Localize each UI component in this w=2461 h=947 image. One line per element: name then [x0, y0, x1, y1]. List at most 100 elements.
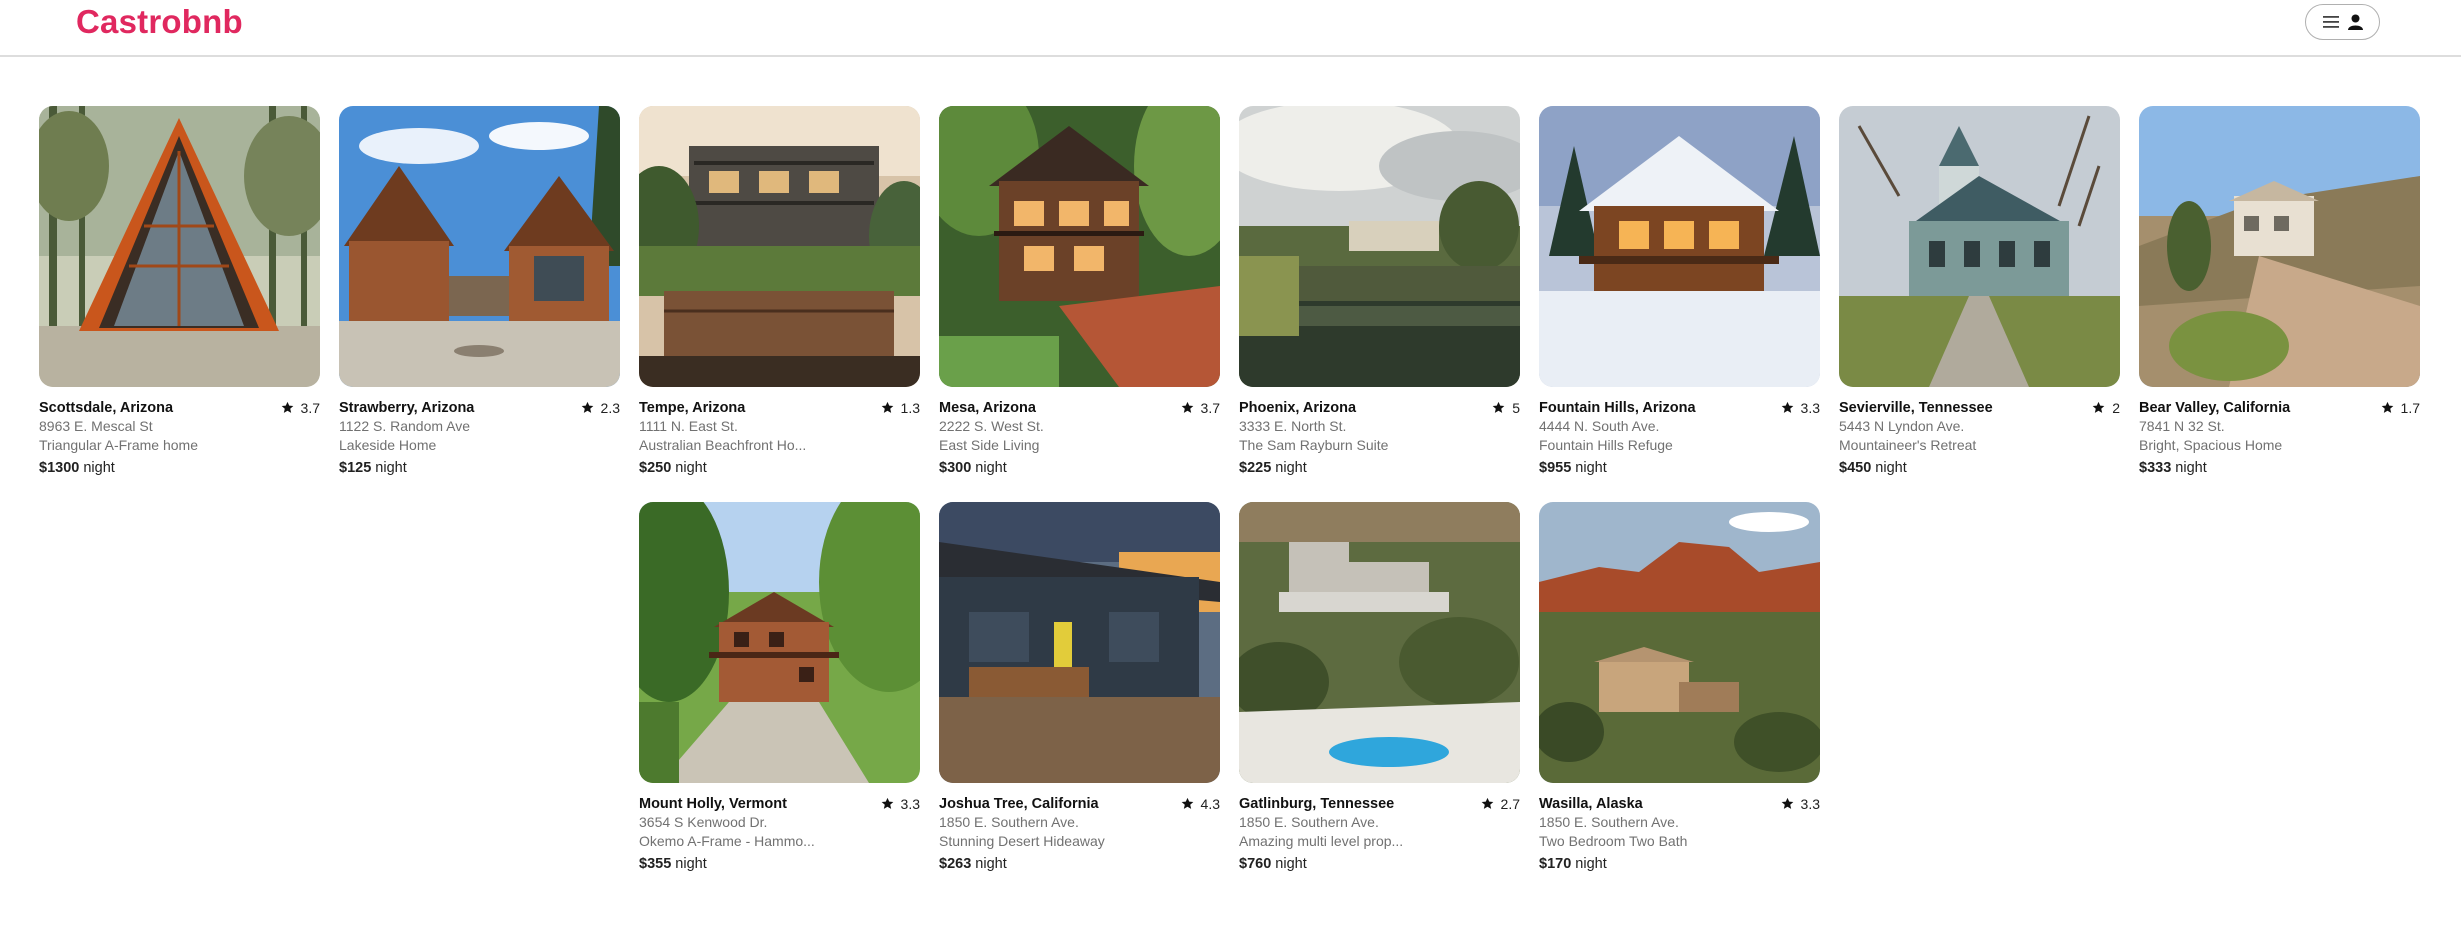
listing-title: The Sam Rayburn Suite: [1239, 437, 1389, 453]
listing-rating: 3.3: [1781, 796, 1820, 812]
listing-title: Australian Beachfront Ho...: [639, 437, 807, 453]
price-unit: night: [1275, 460, 1307, 476]
listing-price: $760: [1239, 856, 1272, 872]
listing-info: Sevierville, Tennessee 2 5443 N Lyndon A…: [1839, 398, 2120, 480]
listing-location: Mount Holly, Vermont: [639, 795, 787, 812]
listing-photo[interactable]: [939, 106, 1220, 387]
user-menu-button[interactable]: [2305, 4, 2380, 40]
listing-card[interactable]: Gatlinburg, Tennessee 2.7 1850 E. Southe…: [1239, 502, 1520, 872]
listing-photo[interactable]: [39, 106, 320, 387]
listing-photo[interactable]: [1539, 502, 1820, 783]
star-icon: [881, 401, 894, 414]
listing-price: $1300: [39, 460, 80, 476]
listing-rating: 2: [2092, 400, 2120, 416]
rating-value: 2.7: [1500, 795, 1520, 812]
star-icon: [881, 797, 894, 810]
rating-value: 3.3: [1800, 399, 1820, 416]
rating-value: 4.3: [1200, 795, 1220, 812]
listing-title: Two Bedroom Two Bath: [1539, 833, 1688, 849]
star-icon: [2092, 401, 2105, 414]
listing-price-row: $450 night: [1839, 460, 2120, 480]
listing-location: Mesa, Arizona: [939, 399, 1036, 416]
listing-address: 1111 N. East St.: [639, 418, 738, 434]
listing-photo[interactable]: [339, 106, 620, 387]
listing-price: $450: [1839, 460, 1872, 476]
rating-value: 2.3: [600, 399, 620, 416]
listing-card[interactable]: Joshua Tree, California 4.3 1850 E. Sout…: [939, 502, 1220, 872]
listing-title: Mountaineer's Retreat: [1839, 437, 1977, 453]
listing-rating: 1.7: [2381, 400, 2420, 416]
listing-price: $225: [1239, 460, 1272, 476]
listing-title: East Side Living: [939, 437, 1040, 453]
listing-location: Tempe, Arizona: [639, 399, 746, 416]
listing-card[interactable]: Strawberry, Arizona 2.3 1122 S. Random A…: [339, 106, 620, 476]
listing-card[interactable]: Sevierville, Tennessee 2 5443 N Lyndon A…: [1839, 106, 2120, 476]
listing-photo[interactable]: [1539, 106, 1820, 387]
listing-price: $250: [639, 460, 672, 476]
listing-location: Sevierville, Tennessee: [1839, 399, 1993, 416]
price-unit: night: [975, 460, 1007, 476]
listing-photo[interactable]: [639, 502, 920, 783]
listing-rating: 3.7: [1181, 400, 1220, 416]
star-icon: [1492, 401, 1505, 414]
listing-card[interactable]: Tempe, Arizona 1.3 1111 N. East St. Aust…: [639, 106, 920, 476]
listing-card[interactable]: Phoenix, Arizona 5 3333 E. North St. The…: [1239, 106, 1520, 476]
listing-price-row: $225 night: [1239, 460, 1520, 480]
listing-info: Fountain Hills, Arizona 3.3 4444 N. Sout…: [1539, 398, 1820, 480]
listing-address: 8963 E. Mescal St: [39, 418, 153, 434]
listing-photo[interactable]: [1839, 106, 2120, 387]
listing-location: Phoenix, Arizona: [1239, 399, 1357, 416]
price-unit: night: [675, 460, 707, 476]
listing-price: $170: [1539, 856, 1572, 872]
listing-title: Okemo A-Frame - Hammo...: [639, 833, 815, 849]
listing-title: Fountain Hills Refuge: [1539, 437, 1673, 453]
price-unit: night: [375, 460, 407, 476]
price-unit: night: [2175, 460, 2207, 476]
listing-price-row: $125 night: [339, 460, 620, 480]
listing-rating: 1.3: [881, 400, 920, 416]
listing-card[interactable]: Bear Valley, California 1.7 7841 N 32 St…: [2139, 106, 2420, 476]
listing-card[interactable]: Wasilla, Alaska 3.3 1850 E. Southern Ave…: [1539, 502, 1820, 872]
listing-title: Bright, Spacious Home: [2139, 437, 2283, 453]
listing-address: 3654 S Kenwood Dr.: [639, 814, 768, 830]
listing-price-row: $250 night: [639, 460, 920, 480]
listing-price-row: $955 night: [1539, 460, 1820, 480]
listing-price-row: $263 night: [939, 856, 1220, 876]
star-icon: [1781, 401, 1794, 414]
listing-title: Triangular A-Frame home: [39, 437, 198, 453]
listing-info: Mount Holly, Vermont 3.3 3654 S Kenwood …: [639, 794, 920, 876]
listing-location: Joshua Tree, California: [939, 795, 1099, 812]
listing-photo[interactable]: [1239, 106, 1520, 387]
user-icon: [2347, 14, 2363, 30]
listing-location: Gatlinburg, Tennessee: [1239, 795, 1395, 812]
listing-card[interactable]: Mount Holly, Vermont 3.3 3654 S Kenwood …: [639, 502, 920, 872]
star-icon: [1181, 797, 1194, 810]
rating-value: 1.7: [2400, 399, 2420, 416]
listing-price-row: $760 night: [1239, 856, 1520, 876]
listing-card[interactable]: Scottsdale, Arizona 3.7 8963 E. Mescal S…: [39, 106, 320, 476]
listing-price-row: $300 night: [939, 460, 1220, 480]
listing-address: 1850 E. Southern Ave.: [939, 814, 1079, 830]
listing-photo[interactable]: [939, 502, 1220, 783]
listing-info: Gatlinburg, Tennessee 2.7 1850 E. Southe…: [1239, 794, 1520, 876]
listing-title: Amazing multi level prop...: [1239, 833, 1404, 849]
brand-logo[interactable]: Castrobnb: [76, 3, 243, 41]
listing-rating: 4.3: [1181, 796, 1220, 812]
listing-photo[interactable]: [2139, 106, 2420, 387]
listing-photo[interactable]: [1239, 502, 1520, 783]
listing-price-row: $170 night: [1539, 856, 1820, 876]
listing-address: 1850 E. Southern Ave.: [1539, 814, 1679, 830]
listing-card[interactable]: Fountain Hills, Arizona 3.3 4444 N. Sout…: [1539, 106, 1820, 476]
listing-price: $125: [339, 460, 372, 476]
listing-info: Tempe, Arizona 1.3 1111 N. East St. Aust…: [639, 398, 920, 480]
top-nav-bar: Castrobnb: [0, 0, 2461, 57]
listing-info: Strawberry, Arizona 2.3 1122 S. Random A…: [339, 398, 620, 480]
listing-address: 2222 S. West St.: [939, 418, 1044, 434]
listing-info: Joshua Tree, California 4.3 1850 E. Sout…: [939, 794, 1220, 876]
listing-card[interactable]: Mesa, Arizona 3.7 2222 S. West St. East …: [939, 106, 1220, 476]
listing-address: 1850 E. Southern Ave.: [1239, 814, 1379, 830]
listing-location: Wasilla, Alaska: [1539, 795, 1643, 812]
listing-address: 1122 S. Random Ave: [339, 418, 471, 434]
listing-photo[interactable]: [639, 106, 920, 387]
listing-info: Bear Valley, California 1.7 7841 N 32 St…: [2139, 398, 2420, 480]
